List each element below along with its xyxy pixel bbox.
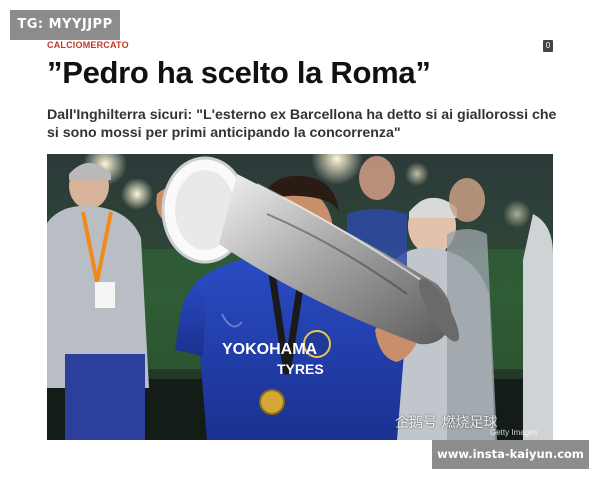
shirt-sponsor-line2: TYRES: [277, 361, 324, 377]
article-page: TG: MYYJJPP CALCIOMERCATO 0 ”Pedro ha sc…: [0, 0, 600, 480]
shirt-sponsor-line1: YOKOHAMA: [222, 341, 318, 358]
tg-overlay-badge: TG: MYYJJPP: [10, 10, 120, 40]
article-subtitle: Dall'Inghilterra sicuri: "L'esterno ex B…: [47, 107, 557, 141]
site-overlay-badge: www.insta-kaiyun.com: [432, 440, 589, 469]
photo-credit: Getty Images: [490, 428, 538, 437]
category-link[interactable]: CALCIOMERCATO: [47, 40, 129, 50]
photo-illustration: YOKOHAMA TYRES: [47, 154, 553, 440]
photo-watermark: 企鹅号 燃烧足球: [395, 415, 498, 431]
comment-count-badge[interactable]: 0: [543, 40, 553, 52]
article-photo: YOKOHAMA TYRES: [47, 154, 553, 440]
article-headline: ”Pedro ha scelto la Roma”: [47, 55, 431, 90]
